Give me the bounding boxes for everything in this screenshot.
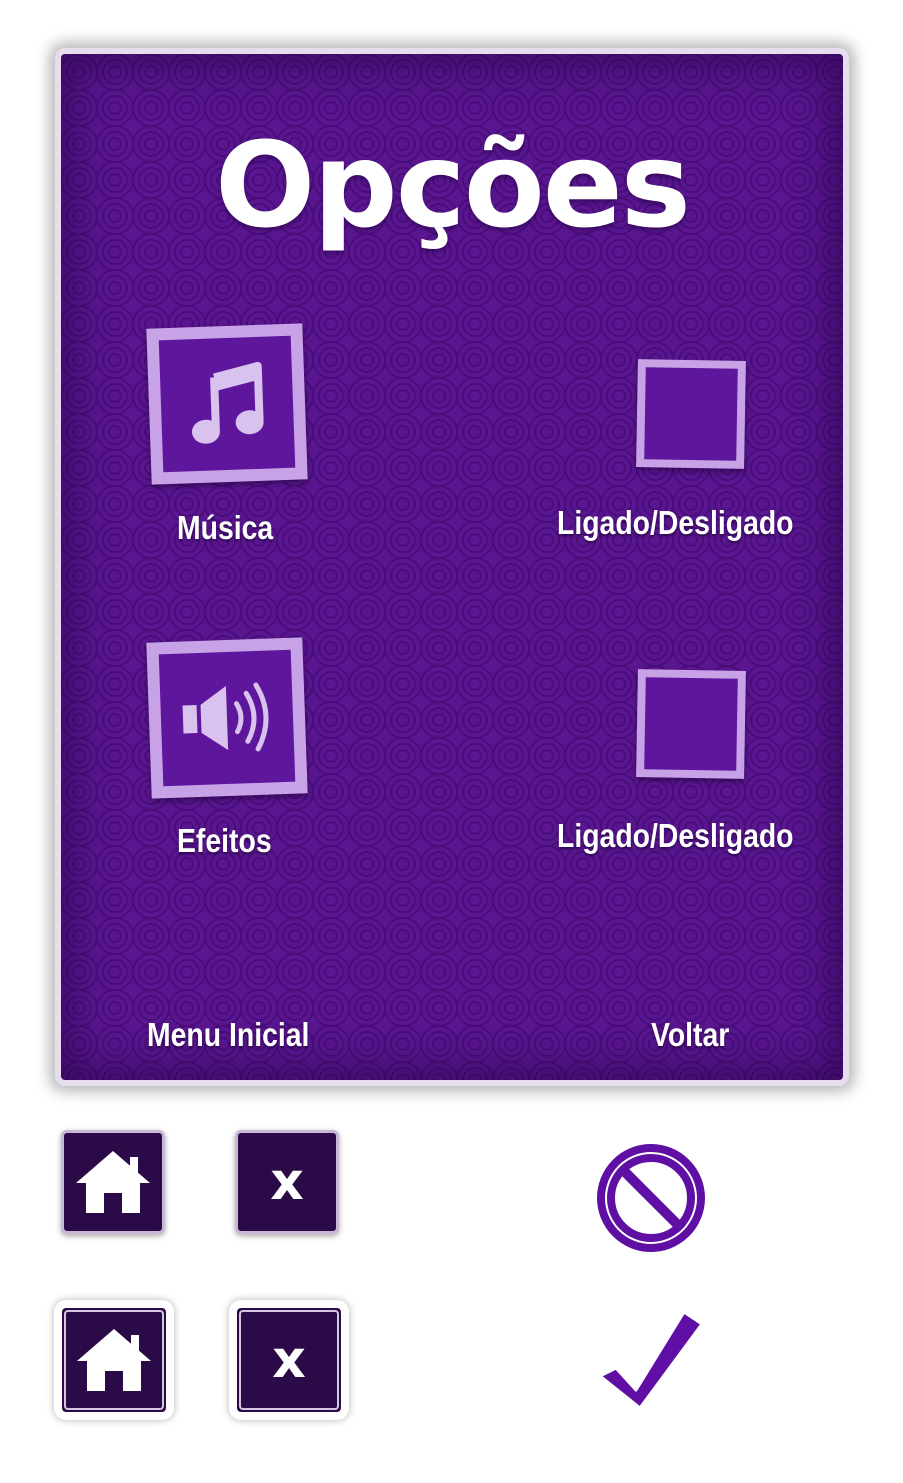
checkmark-icon <box>598 1310 704 1410</box>
music-button[interactable] <box>146 323 308 485</box>
music-toggle-checkbox[interactable] <box>636 359 746 469</box>
close-icon: x <box>270 1152 304 1212</box>
voltar-button[interactable]: Voltar <box>651 1016 729 1054</box>
home-button[interactable] <box>61 1130 165 1234</box>
effects-toggle-label: Ligado/Desligado <box>557 817 794 854</box>
close-icon: x <box>272 1330 306 1390</box>
music-note-icon <box>191 361 264 444</box>
options-panel: Opções Música Ligado/Desligado Efeitos L… <box>55 48 849 1086</box>
close-button[interactable]: x <box>235 1130 339 1234</box>
page-title: Opções <box>214 116 691 254</box>
music-toggle-label: Ligado/Desligado <box>557 504 794 541</box>
close-button-alt[interactable]: x <box>229 1300 349 1420</box>
home-icon <box>77 1329 151 1391</box>
home-icon <box>76 1151 150 1213</box>
menu-inicial-button[interactable]: Menu Inicial <box>147 1016 309 1054</box>
effects-button[interactable] <box>146 637 308 799</box>
music-label: Música <box>177 509 274 546</box>
effects-label: Efeitos <box>177 822 272 859</box>
speaker-icon <box>182 682 269 752</box>
prohibited-icon <box>597 1144 705 1252</box>
effects-toggle-checkbox[interactable] <box>636 669 746 779</box>
home-button-alt[interactable] <box>54 1300 174 1420</box>
